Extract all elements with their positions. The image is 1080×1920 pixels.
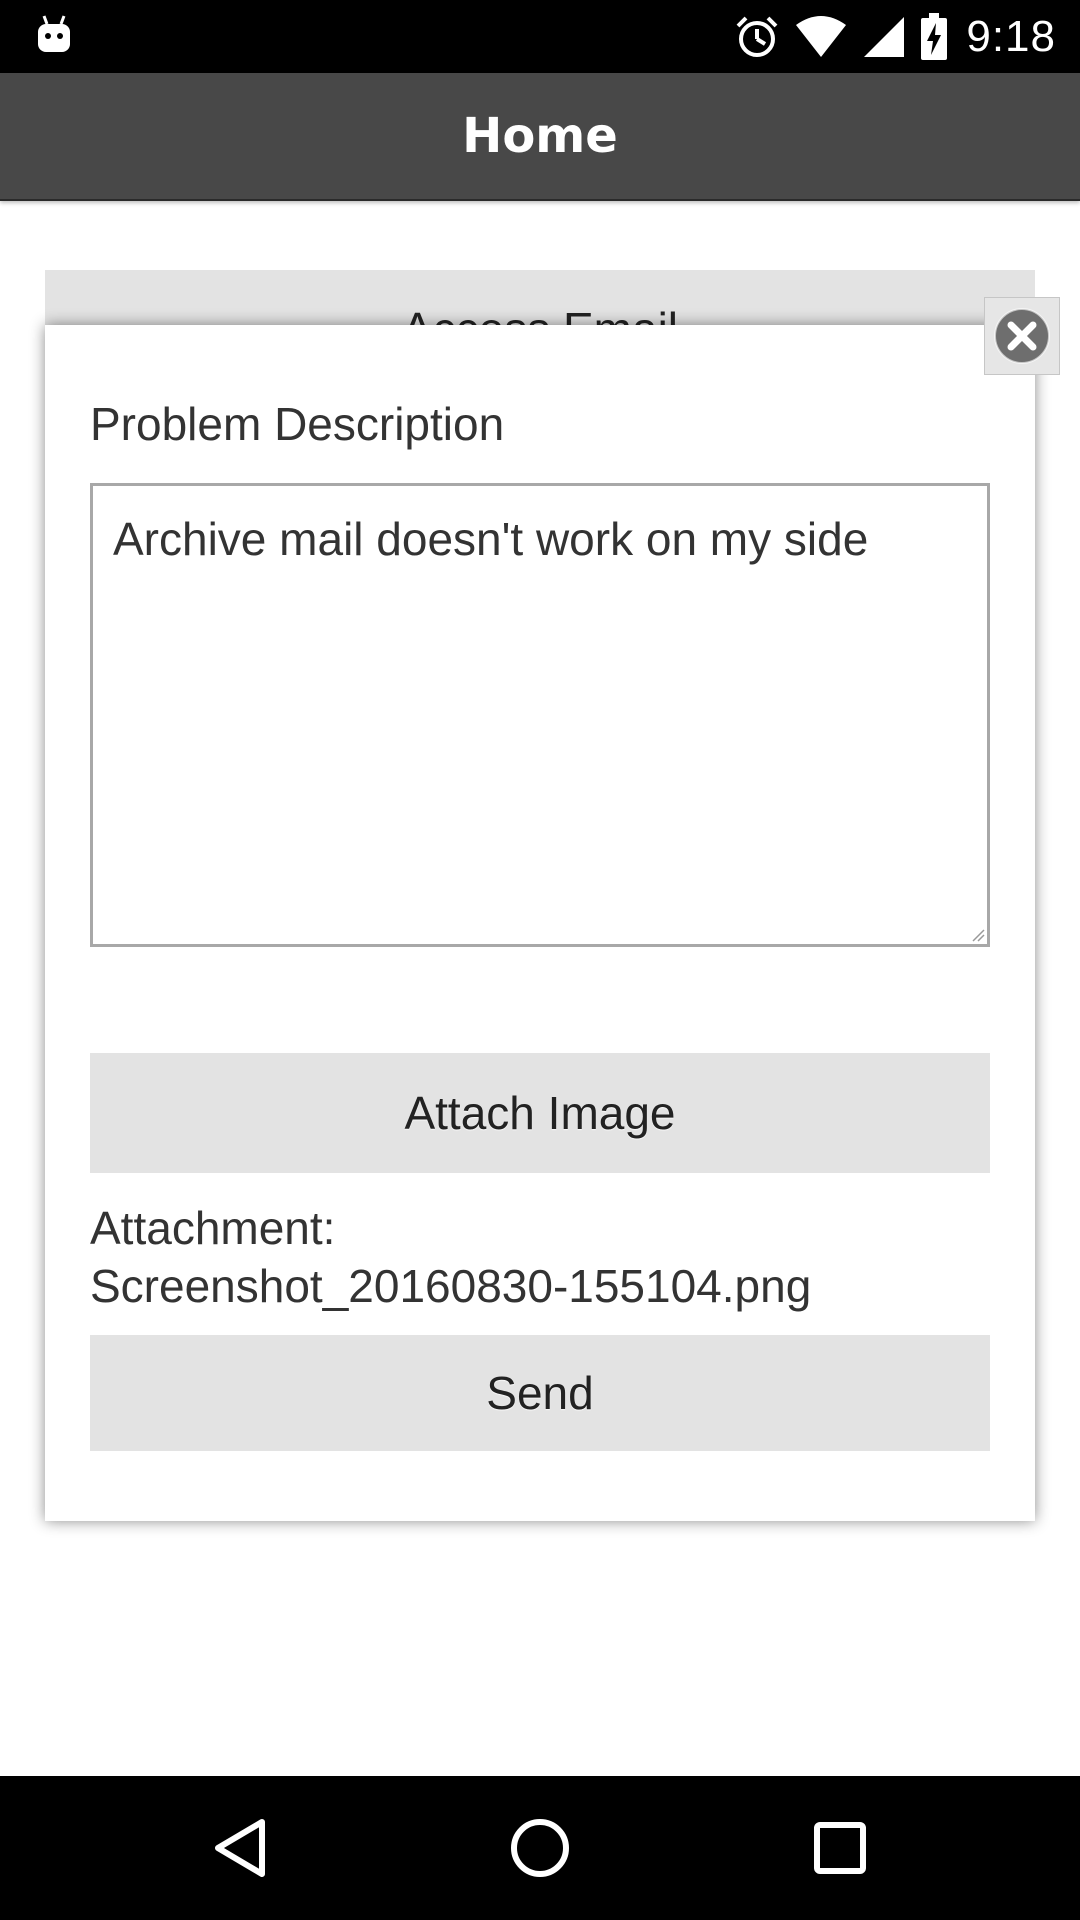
attachment-prefix: Attachment: xyxy=(90,1202,336,1254)
recents-button[interactable] xyxy=(760,1776,920,1920)
back-button[interactable] xyxy=(160,1776,320,1920)
screen: 9:18 Home Access Email Problem Descripti… xyxy=(0,0,1080,1920)
alarm-icon xyxy=(736,16,778,57)
battery-charging-icon xyxy=(921,12,948,60)
problem-description-value: Archive mail doesn't work on my side xyxy=(113,513,869,565)
recents-icon xyxy=(814,1822,866,1874)
close-circle-icon xyxy=(994,308,1050,364)
attach-image-label: Attach Image xyxy=(404,1087,676,1139)
problem-description-textarea[interactable]: Archive mail doesn't work on my side xyxy=(90,483,990,947)
app-bar: Home xyxy=(0,73,1080,201)
back-icon xyxy=(215,1819,265,1877)
send-label: Send xyxy=(486,1367,594,1419)
home-icon xyxy=(511,1819,569,1877)
signal-icon xyxy=(864,16,905,57)
send-button[interactable]: Send xyxy=(90,1335,990,1451)
problem-description-label: Problem Description xyxy=(90,398,505,450)
home-button[interactable] xyxy=(460,1776,620,1920)
resize-grip-icon[interactable] xyxy=(971,928,985,942)
wifi-icon xyxy=(796,15,847,57)
close-button[interactable] xyxy=(984,297,1060,375)
navigation-bar xyxy=(0,1776,1080,1920)
attachment-filename: Screenshot_20160830-155104.png xyxy=(90,1260,812,1312)
android-debug-icon xyxy=(38,15,70,52)
attach-image-button[interactable]: Attach Image xyxy=(90,1053,990,1173)
status-bar: 9:18 xyxy=(0,0,1080,73)
attachment-info: Attachment: Screenshot_20160830-155104.p… xyxy=(90,1199,990,1315)
problem-report-dialog: Problem Description Archive mail doesn't… xyxy=(45,325,1035,1521)
status-icons: 9:18 xyxy=(734,0,1056,73)
page-title: Home xyxy=(462,108,618,164)
status-time: 9:18 xyxy=(966,11,1056,61)
